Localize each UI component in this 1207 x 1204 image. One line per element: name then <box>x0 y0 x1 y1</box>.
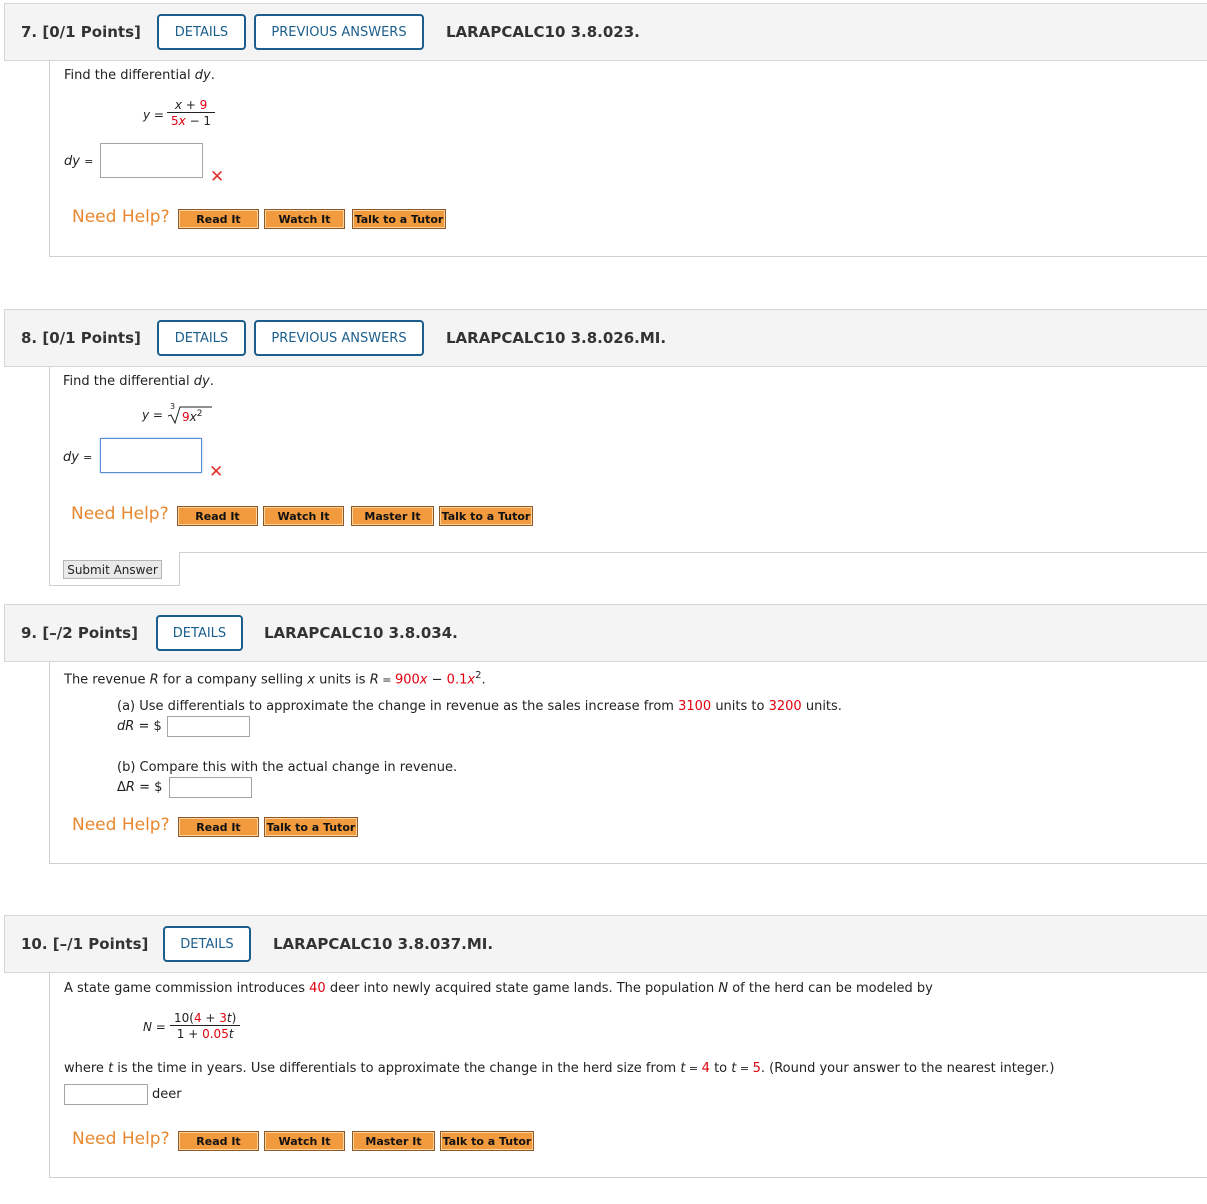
q8-talk-to-tutor-button[interactable]: Talk to a Tutor <box>439 506 533 526</box>
q10-statement: A state game commission introduces 40 de… <box>64 981 933 996</box>
q8-answer-input[interactable] <box>100 438 202 473</box>
q7-dy-label: dy = <box>64 154 94 169</box>
q7-read-it-button[interactable]: Read It <box>178 209 259 229</box>
q8-prompt: Find the differential dy. <box>63 374 214 389</box>
q7-incorrect-icon: ✕ <box>210 167 225 187</box>
q8-equation: y = 3 9x2 <box>142 402 222 426</box>
q10-master-it-button[interactable]: Master It <box>352 1131 435 1151</box>
q10-details-button[interactable]: DETAILS <box>163 926 251 962</box>
q10-talk-to-tutor-button[interactable]: Talk to a Tutor <box>440 1131 534 1151</box>
q9-body: The revenue R for a company selling x un… <box>49 662 1207 864</box>
q8-y-label: y = <box>142 408 163 422</box>
q8-details-button[interactable]: DETAILS <box>157 320 246 356</box>
q10-help-row: Need Help? Read It Watch It Master It Ta… <box>72 1129 772 1153</box>
q10-need-help-label: Need Help? <box>72 1129 170 1149</box>
q9-problem-id: LARAPCALC10 3.8.034. <box>264 624 458 642</box>
q7-fraction-numerator: x + 9 <box>174 98 208 112</box>
q10-fraction: 10(4 + 3t) 1 + 0.05t <box>170 1011 241 1041</box>
q10-body: A state game commission introduces 40 de… <box>49 973 1207 1178</box>
q8-watch-it-button[interactable]: Watch It <box>263 506 344 526</box>
q10-unit-label: deer <box>152 1087 182 1102</box>
q7-need-help-label: Need Help? <box>72 207 170 227</box>
q8-previous-answers-button[interactable]: PREVIOUS ANSWERS <box>254 320 424 356</box>
q9-statement: The revenue R for a company selling x un… <box>64 670 486 688</box>
q10-answer-input[interactable] <box>64 1084 148 1105</box>
q10-watch-it-button[interactable]: Watch It <box>264 1131 345 1151</box>
q10-fraction-denominator: 1 + 0.05t <box>170 1025 241 1041</box>
q9-dR-label: dR = $ <box>117 719 162 734</box>
q7-details-button[interactable]: DETAILS <box>157 14 246 50</box>
q9-need-help-label: Need Help? <box>72 815 170 835</box>
q9-dR-input[interactable] <box>167 716 250 737</box>
q7-prompt: Find the differential dy. <box>64 68 215 83</box>
q9-header: 9. [–/2 Points] DETAILS LARAPCALC10 3.8.… <box>4 604 1207 662</box>
q10-fraction-numerator: 10(4 + 3t) <box>174 1011 237 1025</box>
q7-number: 7. [0/1 Points] <box>21 23 141 41</box>
q8-body <box>49 367 50 585</box>
q7-body: Find the differential dy. y = x + 9 5x −… <box>49 61 1207 257</box>
q9-read-it-button[interactable]: Read It <box>178 817 259 837</box>
q8-submit-answer-button[interactable]: Submit Answer <box>63 560 162 579</box>
q7-previous-answers-button[interactable]: PREVIOUS ANSWERS <box>254 14 424 50</box>
q7-talk-to-tutor-button[interactable]: Talk to a Tutor <box>352 209 446 229</box>
q8-bottom-divider <box>179 552 1207 553</box>
q7-help-row: Need Help? Read It Watch It Talk to a Tu… <box>72 207 672 231</box>
q7-fraction: x + 9 5x − 1 <box>167 98 216 128</box>
q8-incorrect-icon: ✕ <box>209 462 224 482</box>
q8-need-help-label: Need Help? <box>71 504 169 524</box>
q8-problem-id: LARAPCALC10 3.8.026.MI. <box>446 329 667 347</box>
q8-submit-divider <box>49 585 179 586</box>
q9-part-a-prompt: (a) Use differentials to approximate the… <box>117 699 842 714</box>
q8-header: 8. [0/1 Points] DETAILS PREVIOUS ANSWERS… <box>4 309 1207 367</box>
q8-master-it-button[interactable]: Master It <box>351 506 434 526</box>
q7-problem-id: LARAPCALC10 3.8.023. <box>446 23 640 41</box>
q10-problem-id: LARAPCALC10 3.8.037.MI. <box>273 935 494 953</box>
q10-read-it-button[interactable]: Read It <box>178 1131 259 1151</box>
q10-n-label: N = <box>143 1020 166 1034</box>
q7-answer-input[interactable] <box>100 143 203 178</box>
q8-read-it-button[interactable]: Read It <box>177 506 258 526</box>
q7-watch-it-button[interactable]: Watch It <box>264 209 345 229</box>
q8-submit-divider-vertical <box>179 552 180 586</box>
q9-help-row: Need Help? Read It Talk to a Tutor <box>72 815 572 839</box>
q10-number: 10. [–/1 Points] <box>21 935 149 953</box>
q8-dy-label: dy = <box>63 450 93 465</box>
q8-help-row: Need Help? Read It Watch It Master It Ta… <box>71 504 771 528</box>
q9-number: 9. [–/2 Points] <box>21 624 138 642</box>
q7-y-label: y = <box>143 108 164 122</box>
q10-header: 10. [–/1 Points] DETAILS LARAPCALC10 3.8… <box>4 915 1207 973</box>
q10-instruction: where t is the time in years. Use differ… <box>64 1061 1055 1076</box>
q9-part-b-prompt: (b) Compare this with the actual change … <box>117 760 458 775</box>
q9-deltaR-label: ΔR = $ <box>117 780 163 795</box>
q8-radicand: 9x2 <box>182 409 203 424</box>
q9-deltaR-input[interactable] <box>169 777 252 798</box>
q9-talk-to-tutor-button[interactable]: Talk to a Tutor <box>264 817 358 837</box>
q8-number: 8. [0/1 Points] <box>21 329 141 347</box>
q7-header: 7. [0/1 Points] DETAILS PREVIOUS ANSWERS… <box>4 3 1207 61</box>
q9-details-button[interactable]: DETAILS <box>156 615 243 651</box>
q7-fraction-denominator: 5x − 1 <box>167 112 216 128</box>
